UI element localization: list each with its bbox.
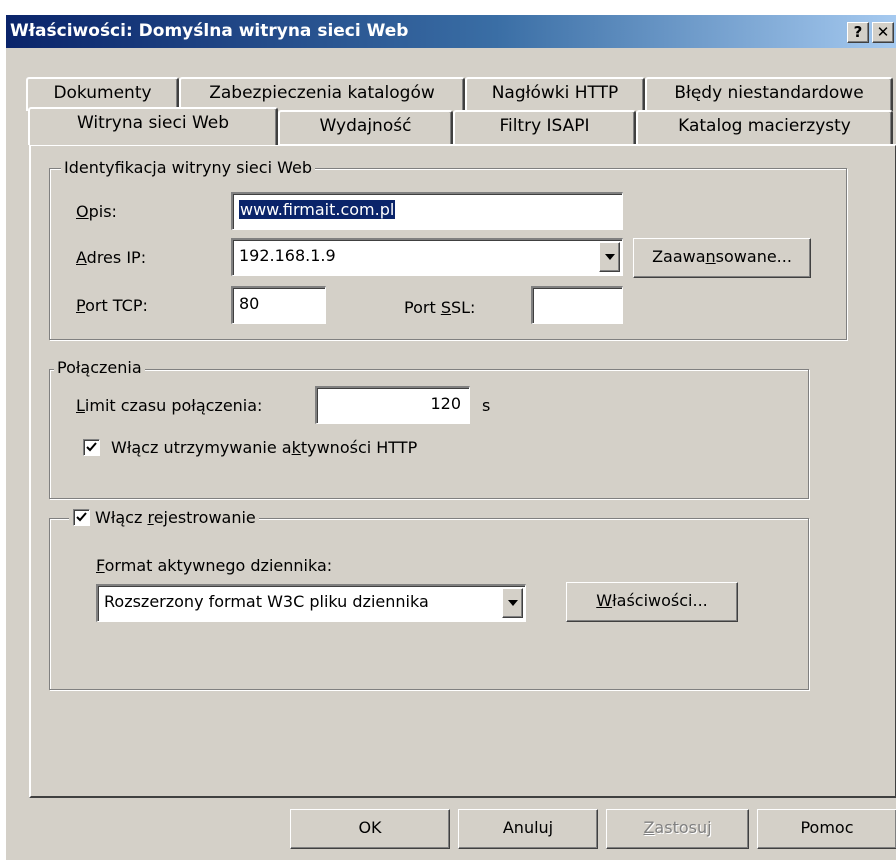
enable-logging-checkbox[interactable] [73,509,90,526]
log-format-select[interactable]: Rozszerzony format W3C pliku dziennika [96,584,526,622]
identification-legend: Identyfikacja witryny sieci Web [61,158,315,177]
log-format-label: Format aktywnego dziennika: [96,556,333,575]
log-properties-button[interactable]: Właściwości... [566,582,738,622]
properties-dialog: Właściwości: Domyślna witryna sieci Web … [5,14,896,860]
tab-documents[interactable]: Dokumenty [26,77,179,111]
ip-address-label: Adres IP: [76,248,147,267]
help-button[interactable]: ? [847,22,869,43]
tcp-port-input[interactable]: 80 [231,286,326,324]
log-format-value: Rozszerzony format W3C pliku dziennika [104,592,429,611]
timeout-unit: s [482,396,491,415]
ok-button[interactable]: OK [290,809,450,849]
checkmark-icon [86,442,97,452]
timeout-input[interactable]: 120 [315,386,470,424]
logging-legend: Włącz rejestrowanie [69,506,259,527]
chevron-down-icon[interactable] [599,242,620,272]
connections-legend: Połączenia [54,358,145,377]
tab-isapi-filters[interactable]: Filtry ISAPI [453,110,636,144]
timeout-label: Limit czasu połączenia: [76,396,263,415]
description-input[interactable]: www.firmait.com.pl [231,192,623,230]
close-icon[interactable]: ✕ [872,22,894,43]
tab-custom-errors[interactable]: Błędy niestandardowe [645,77,893,111]
cancel-button[interactable]: Anuluj [458,809,598,849]
checkmark-icon [76,512,87,522]
chevron-down-icon[interactable] [502,588,523,618]
tab-home-directory[interactable]: Katalog macierzysty [636,110,893,144]
tab-performance[interactable]: Wydajność [278,110,453,144]
tcp-port-label: Port TCP: [76,296,148,315]
ip-address-value: 192.168.1.9 [239,246,336,265]
ssl-port-label: Port SSL: [404,298,476,317]
ip-address-select[interactable]: 192.168.1.9 [231,238,623,276]
window-title: Właściwości: Domyślna witryna sieci Web [10,21,409,41]
tab-directory-security[interactable]: Zabezpieczenia katalogów [179,77,465,111]
tab-panel: Identyfikacja witryny sieci Web Opis: ww… [29,144,896,798]
tab-http-headers[interactable]: Nagłówki HTTP [465,77,645,111]
tab-web-site[interactable]: Witryna sieci Web [28,107,278,145]
title-bar[interactable]: Właściwości: Domyślna witryna sieci Web … [6,15,896,48]
help-dialog-button[interactable]: Pomoc [757,809,896,849]
description-label: Opis: [76,202,117,221]
enable-logging-label[interactable]: Włącz rejestrowanie [95,508,256,527]
advanced-button[interactable]: Zaawansowane... [633,238,811,278]
keepalive-label[interactable]: Włącz utrzymywanie aktywności HTTP [111,438,417,457]
keepalive-checkbox[interactable] [83,439,100,456]
apply-button[interactable]: Zastosuj [606,809,749,849]
ssl-port-input[interactable] [531,286,623,324]
